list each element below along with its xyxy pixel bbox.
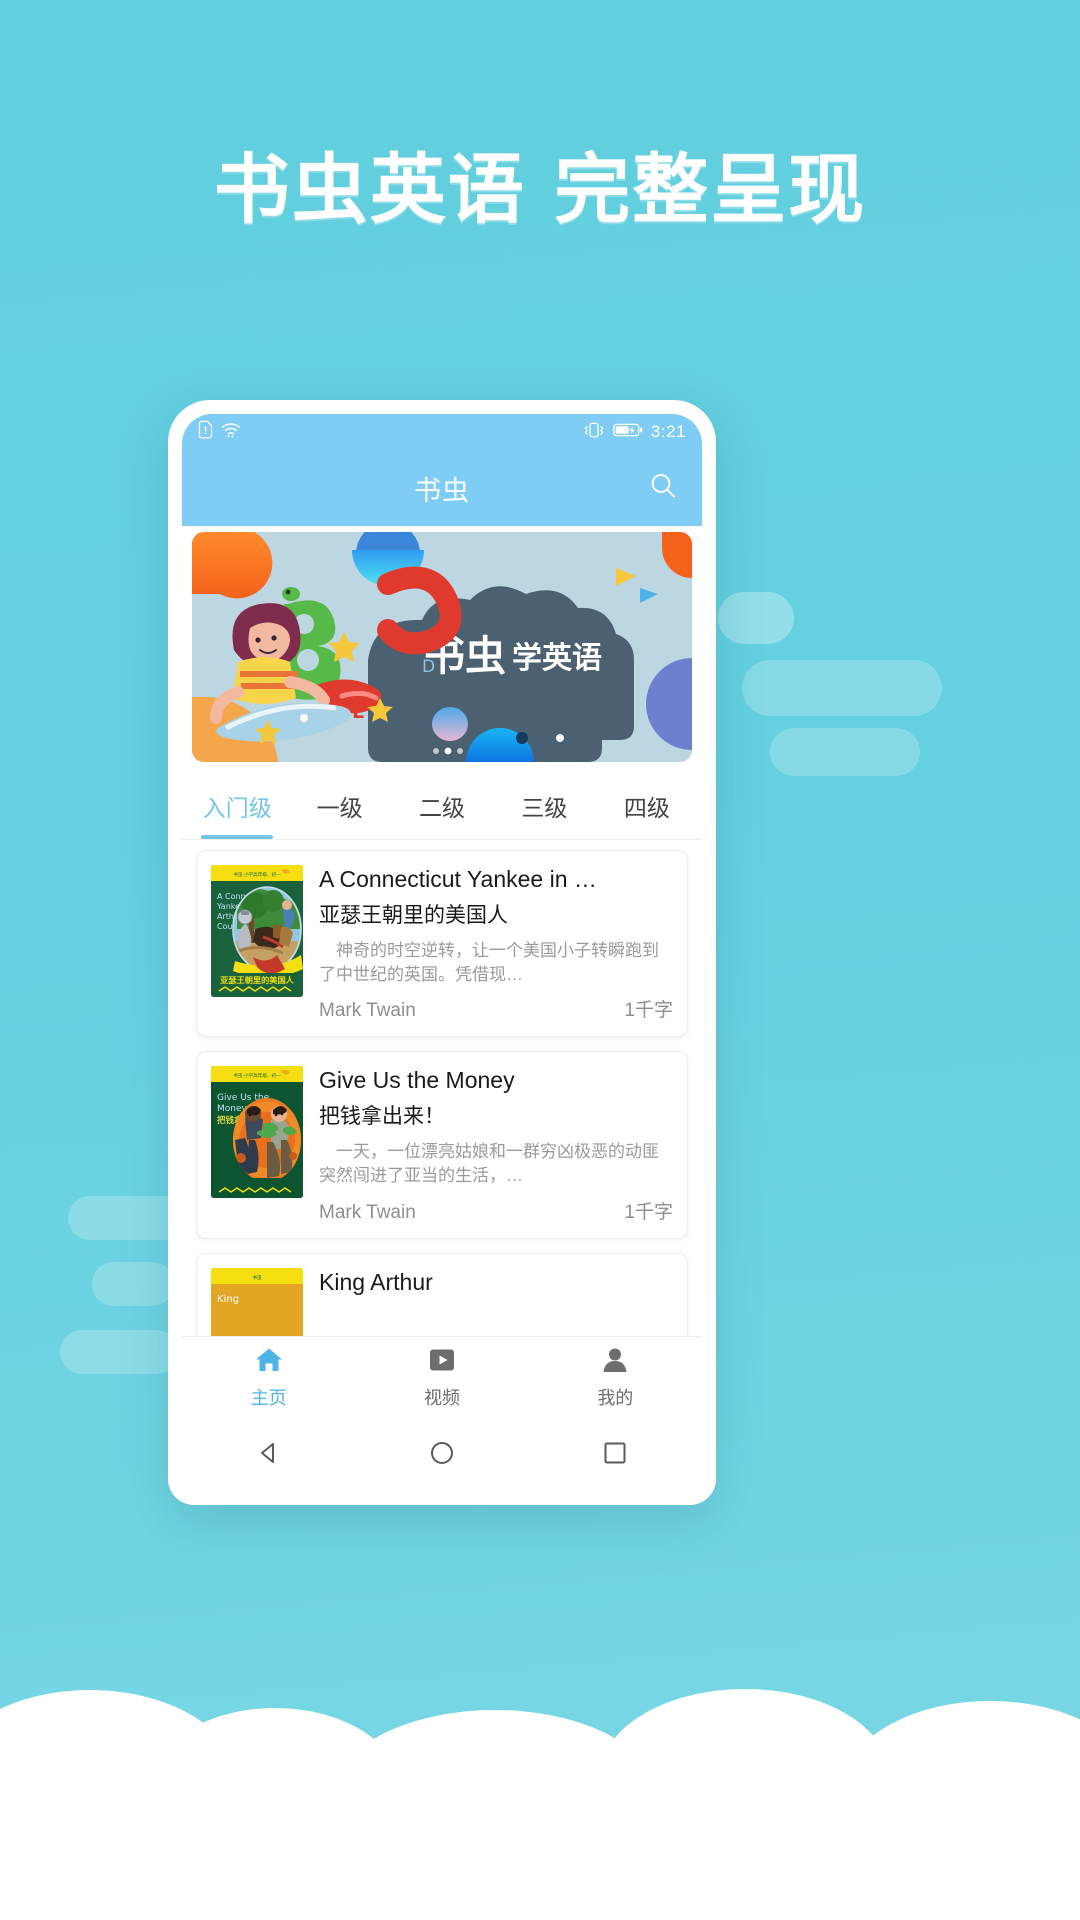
phone-mockup: 3:21 书虫 书虫 学英语 E D 入门级 一级 二级 三级 四级 书虫·小学…	[168, 400, 716, 1505]
book-title-cn: 亚瑟王朝里的美国人	[319, 903, 508, 927]
nav-item-video[interactable]: 视频	[355, 1346, 528, 1410]
tab-label: 入门级	[202, 795, 272, 821]
banner-sub-text: 学英语	[512, 641, 602, 676]
nav-label: 视频	[423, 1387, 460, 1408]
book-list-item[interactable]: 书虫 King King Arthur	[196, 1252, 688, 1336]
tab-label: 一级	[316, 795, 363, 821]
home-circle-icon[interactable]	[426, 1437, 458, 1474]
nav-label: 主页	[250, 1387, 287, 1408]
svg-text:亚瑟王朝里的美国人: 亚瑟王朝里的美国人	[220, 975, 295, 985]
page-title: 书虫	[414, 475, 470, 506]
book-cover-image: 书虫·小学高年级、初一 A Connecticut Yankee in King…	[211, 865, 303, 997]
tab-label: 二级	[419, 795, 466, 821]
battery-charging-icon	[612, 422, 643, 443]
content-area: 书虫 学英语 E D 入门级 一级 二级 三级 四级 书虫·小学高年级、初一 A…	[182, 526, 702, 1336]
book-list-item[interactable]: 书虫·小学高年级、初一 Give Us the Money 把钱拿出来	[196, 1051, 688, 1239]
wifi-icon	[221, 421, 241, 444]
book-word-count: 1千字	[624, 1201, 673, 1223]
android-navigation-bar	[182, 1418, 702, 1492]
svg-text:D: D	[422, 657, 435, 677]
svg-text:E: E	[352, 701, 365, 723]
book-cover-image: 书虫 King	[211, 1267, 303, 1336]
bottom-navigation: 主页 视频 我的	[182, 1336, 702, 1418]
promo-banner[interactable]: 书虫 学英语 E D	[192, 532, 692, 762]
book-title-cn: 把钱拿出来！	[319, 1105, 445, 1128]
person-icon	[600, 1346, 630, 1379]
svg-text:书虫·小学高年级、初一: 书虫·小学高年级、初一	[233, 871, 281, 878]
book-author: Mark Twain	[319, 1201, 416, 1223]
home-icon	[254, 1346, 284, 1379]
tab-label: 三级	[521, 795, 568, 821]
book-author: Mark Twain	[319, 1000, 416, 1022]
tab-level-4[interactable]: 四级	[596, 789, 698, 839]
book-list: 书虫·小学高年级、初一 A Connecticut Yankee in King…	[182, 840, 702, 1336]
phone-screen: 3:21 书虫 书虫 学英语 E D 入门级 一级 二级 三级 四级 书虫·小学…	[182, 414, 702, 1418]
cloud-decoration	[60, 1330, 178, 1374]
book-word-count: 1千字	[624, 1000, 673, 1022]
book-cover-image: 书虫·小学高年级、初一 Give Us the Money 把钱拿出来	[211, 1066, 303, 1199]
cloud-decoration	[92, 1262, 174, 1306]
book-title-en: A Connecticut Yankee in …	[319, 866, 597, 892]
bottom-cloud-bank	[0, 1590, 1080, 1920]
nav-label: 我的	[597, 1387, 634, 1408]
book-meta: Mark Twain 1千字	[319, 987, 673, 1022]
tab-level-0[interactable]: 入门级	[186, 789, 288, 839]
book-list-item[interactable]: 书虫·小学高年级、初一 A Connecticut Yankee in King…	[196, 850, 688, 1038]
promo-headline: 书虫英语 完整呈现	[213, 145, 867, 234]
back-triangle-icon[interactable]	[253, 1437, 285, 1474]
svg-text:书虫·小学高年级、初一: 书虫·小学高年级、初一	[233, 1072, 281, 1079]
status-bar: 3:21	[182, 414, 702, 450]
search-icon[interactable]	[648, 471, 678, 506]
nav-item-home[interactable]: 主页	[182, 1346, 355, 1410]
book-description: 一天，一位漂亮姑娘和一群穷凶极恶的动匪突然闯进了亚当的生活，…	[319, 1142, 659, 1186]
tab-level-3[interactable]: 三级	[493, 789, 595, 839]
video-play-icon	[427, 1346, 457, 1379]
svg-text:书虫: 书虫	[252, 1274, 262, 1281]
sim-card-alert-icon	[198, 420, 213, 444]
vibrate-icon	[583, 421, 605, 444]
book-meta: Mark Twain 1千字	[319, 1189, 673, 1224]
cloud-decoration	[718, 592, 794, 644]
tab-label: 四级	[623, 795, 670, 821]
nav-item-profile[interactable]: 我的	[529, 1346, 702, 1410]
cloud-decoration	[770, 728, 920, 776]
status-bar-time: 3:21	[650, 422, 686, 441]
book-title-en: King Arthur	[319, 1268, 433, 1295]
book-description: 神奇的时空逆转，让一个美国小子转瞬跑到了中世纪的英国。凭借现…	[319, 941, 659, 985]
level-tabs: 入门级 一级 二级 三级 四级	[182, 762, 702, 840]
svg-text:King: King	[217, 1294, 239, 1305]
app-header: 书虫	[182, 450, 702, 526]
tab-level-2[interactable]: 二级	[391, 789, 493, 839]
book-title-en: Give Us the Money	[319, 1067, 515, 1094]
cloud-decoration	[742, 660, 942, 716]
recents-square-icon[interactable]	[599, 1437, 631, 1474]
tab-level-1[interactable]: 一级	[288, 789, 390, 839]
